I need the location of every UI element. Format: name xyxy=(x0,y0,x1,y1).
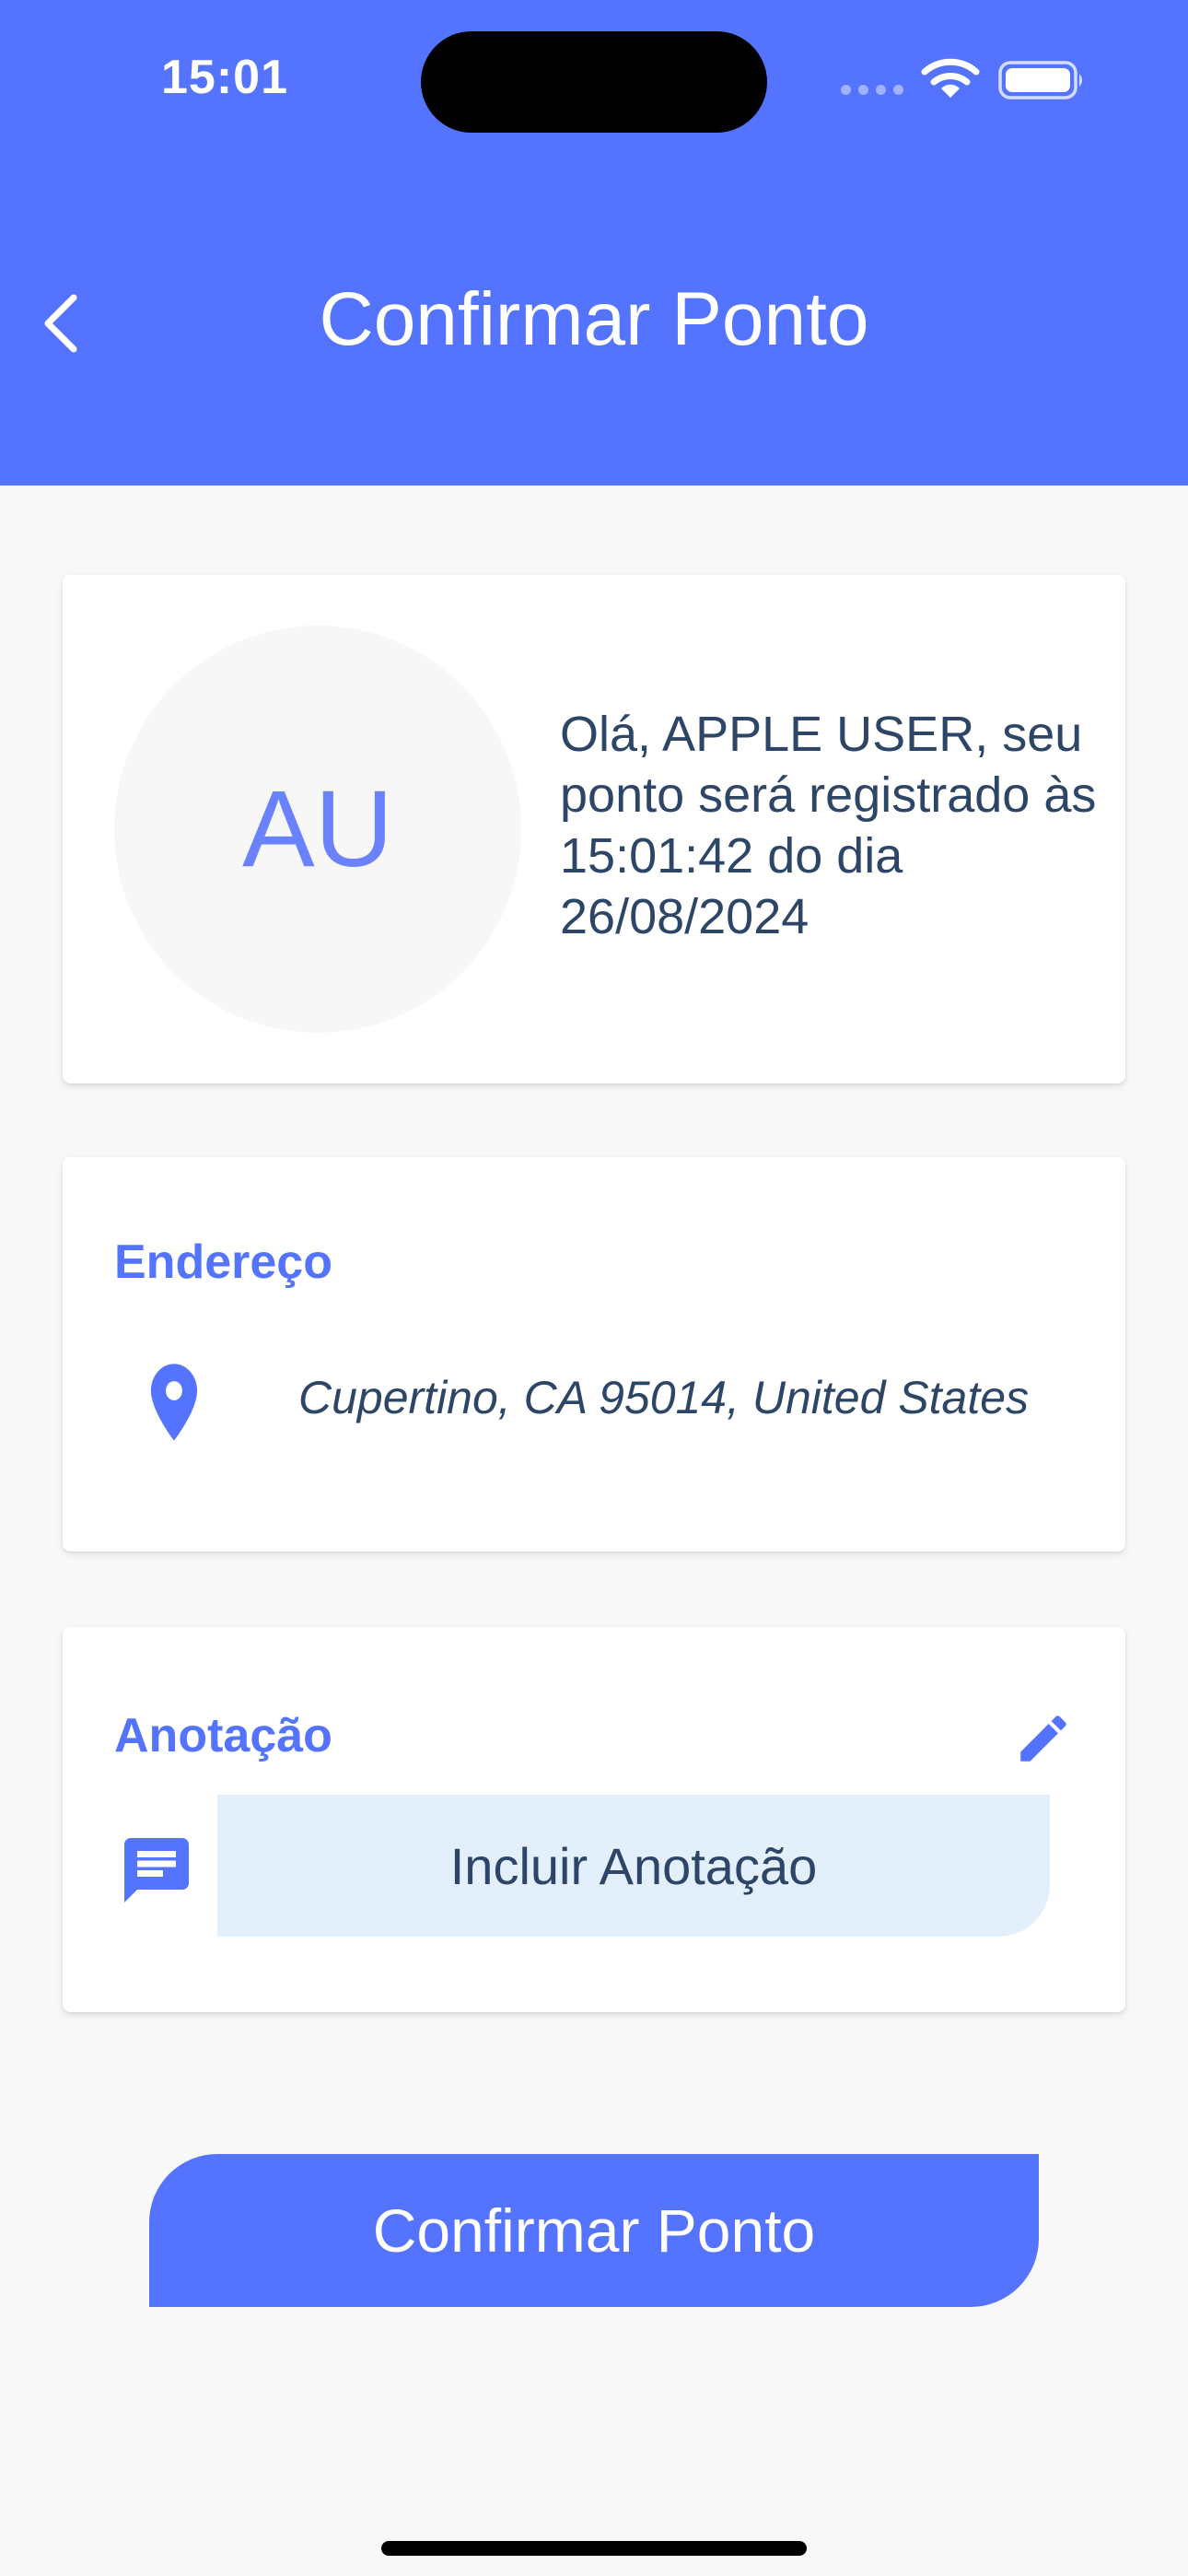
chat-icon xyxy=(124,1838,189,1903)
avatar: AU xyxy=(114,626,521,1033)
avatar-initials: AU xyxy=(242,768,393,890)
app-screen: 15:01 Confirmar Ponto AU Olá, APPLE USER… xyxy=(0,0,1188,2576)
confirm-button[interactable]: Confirmar Ponto xyxy=(149,2154,1039,2307)
note-card: Anotação Incluir Anotação xyxy=(63,1627,1125,2012)
home-indicator[interactable] xyxy=(381,2541,807,2556)
address-card: Endereço Cupertino, CA 95014, United Sta… xyxy=(63,1157,1125,1551)
note-title: Anotação xyxy=(114,1709,332,1762)
pencil-icon[interactable] xyxy=(1013,1708,1074,1769)
page-title: Confirmar Ponto xyxy=(319,277,869,361)
dynamic-island xyxy=(421,31,767,133)
greeting-text: Olá, APPLE USER, seu ponto será registra… xyxy=(560,707,1097,944)
address-text: Cupertino, CA 95014, United States xyxy=(298,1372,1030,1423)
signal-dots-icon xyxy=(841,85,903,95)
app-header: 15:01 Confirmar Ponto xyxy=(0,0,1188,486)
address-title: Endereço xyxy=(114,1235,332,1289)
battery-icon xyxy=(998,61,1082,100)
status-time: 15:01 xyxy=(161,51,288,104)
include-note-button[interactable]: Incluir Anotação xyxy=(217,1795,1050,1937)
location-pin-icon xyxy=(150,1364,198,1441)
wifi-icon xyxy=(921,58,980,98)
user-card: AU Olá, APPLE USER, seu ponto será regis… xyxy=(63,575,1125,1083)
